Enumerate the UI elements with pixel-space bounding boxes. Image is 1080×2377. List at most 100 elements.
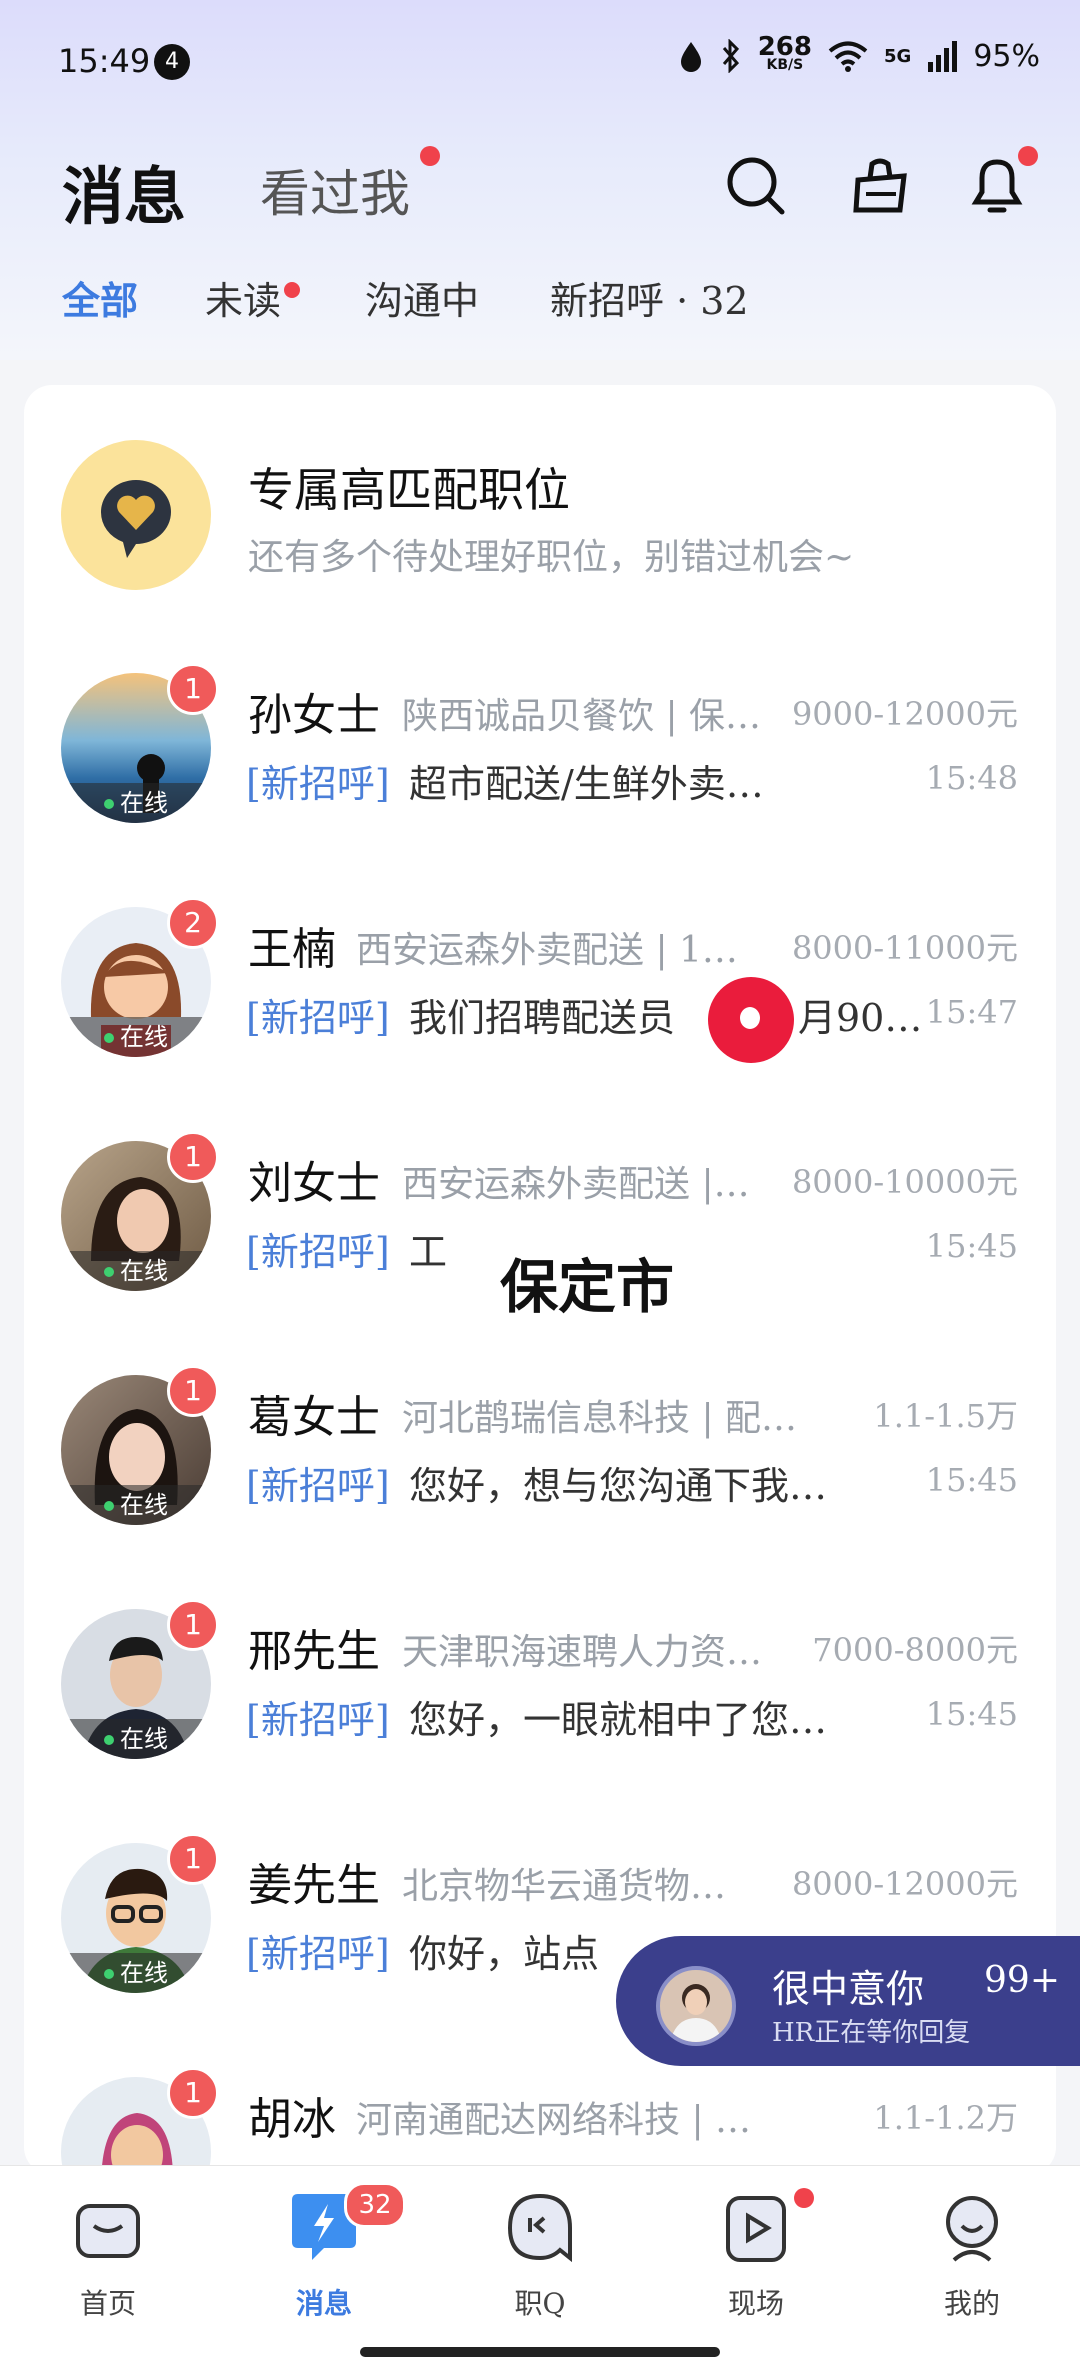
nav-zhiq[interactable]: 职Q xyxy=(480,2188,600,2322)
nav-profile[interactable]: 我的 xyxy=(912,2188,1032,2322)
company-name: 天津职海速聘人力资… xyxy=(402,1632,763,1673)
new-greeting-tag: [新招呼] xyxy=(246,1932,390,1976)
net-speed-value: 268 xyxy=(757,32,812,62)
status-icons: 268 KB/S 5G 95% xyxy=(678,32,1040,74)
message-time: 15:48 xyxy=(925,759,1018,797)
job-bag-icon[interactable] xyxy=(846,150,916,220)
salary: 8000-10000元 xyxy=(791,1163,1018,1201)
page-title: 消息 xyxy=(62,160,187,233)
wifi-icon xyxy=(828,41,868,72)
unread-badge: 1 xyxy=(167,2067,219,2119)
new-greeting-tag: [新招呼] xyxy=(246,762,390,806)
nav-home[interactable]: 首页 xyxy=(48,2188,168,2322)
list-item[interactable]: 在线 2 王楠 西安运森外卖配送 | 10… 8000-11000元 [新招呼]… xyxy=(24,877,1056,1107)
company-name: 陕西诚品贝餐饮 | 保… xyxy=(402,696,762,737)
list-item[interactable]: 在线 1 邢先生 天津职海速聘人力资… 7000-8000元 [新招呼] 您好，… xyxy=(24,1579,1056,1809)
heart-chat-icon xyxy=(100,479,171,558)
hr-avatar-illustration xyxy=(670,1984,722,2042)
notification-count: 4 xyxy=(154,44,190,80)
bottom-navigation: 首页 32 消息 职Q 现场 我的 xyxy=(0,2165,1080,2377)
nav-label: 首页 xyxy=(79,2287,136,2320)
unread-badge: 1 xyxy=(167,1833,219,1885)
message-time: 15:45 xyxy=(925,1461,1018,1499)
water-drop-icon xyxy=(680,42,701,72)
tab-communicating[interactable]: 沟通中 xyxy=(365,270,479,325)
unread-badge: 1 xyxy=(167,1131,219,1183)
promo-title: 专属高匹配职位 xyxy=(248,463,570,517)
contact-name: 王楠 xyxy=(248,924,336,975)
contact-name: 孙女士 xyxy=(248,690,380,741)
tab-new-greetings[interactable]: 新招呼 · 32 xyxy=(550,270,749,325)
battery-level: 95% xyxy=(973,38,1040,74)
last-message: 您好，想与您沟通下我们… xyxy=(409,1464,829,1508)
home-indicator[interactable] xyxy=(360,2347,720,2357)
play-video-icon xyxy=(726,2196,786,2262)
signal-bars-icon xyxy=(928,41,958,72)
unread-dot xyxy=(284,282,300,298)
tab-unread[interactable]: 未读 xyxy=(205,270,281,325)
salary: 1.1-1.2万 xyxy=(873,2099,1018,2137)
contact-name: 胡冰 xyxy=(248,2094,336,2145)
unread-badge: 1 xyxy=(167,663,219,715)
briefcase-icon xyxy=(76,2204,140,2258)
banner-count: 99+ xyxy=(984,1960,1060,2001)
network-speed: 268 KB/S xyxy=(757,32,812,74)
company-name: 西安运森外卖配送 | 10… xyxy=(356,930,756,971)
company-name: 北京物华云通货物… xyxy=(402,1866,727,1907)
promo-item[interactable]: 专属高匹配职位 还有多个待处理好职位，别错过机会~ xyxy=(24,410,1056,640)
last-message: 工 xyxy=(409,1230,448,1274)
seen-me-tab[interactable]: 看过我 xyxy=(260,154,410,226)
promo-avatar xyxy=(61,440,211,590)
tab-all[interactable]: 全部 xyxy=(62,270,138,325)
salary: 7000-8000元 xyxy=(812,1631,1018,1669)
last-message: 超市配送/生鲜外卖… xyxy=(409,762,764,806)
last-message-tail: 月90… xyxy=(798,996,923,1040)
location-caption: 保定市 xyxy=(500,1253,675,1321)
page-header: 消息 看过我 xyxy=(0,130,1080,240)
online-indicator: 在线 xyxy=(61,783,211,823)
salary: 8000-12000元 xyxy=(791,1865,1018,1903)
salary: 1.1-1.5万 xyxy=(873,1397,1018,1435)
bell-dot xyxy=(1018,146,1038,166)
status-bar: 15:49 4 268 KB/S 5G 95% xyxy=(0,0,1080,120)
new-greeting-tag: [新招呼] xyxy=(246,1698,390,1742)
nav-messages[interactable]: 32 消息 xyxy=(264,2182,406,2322)
last-message: 我们招聘配送员 xyxy=(409,996,676,1040)
last-message: 你好，站点 xyxy=(409,1932,600,1976)
nav-live[interactable]: 现场 xyxy=(696,2188,816,2322)
banner-subtitle: HR正在等你回复 xyxy=(772,2018,971,2048)
last-message: 您好，一眼就相中了您的… xyxy=(409,1698,829,1742)
message-time: 15:45 xyxy=(925,1695,1018,1733)
salary: 9000-12000元 xyxy=(791,695,1018,733)
contact-name: 葛女士 xyxy=(248,1392,380,1443)
contact-name: 邢先生 xyxy=(248,1626,380,1677)
banner-title: 很中意你 xyxy=(772,1967,925,2011)
online-indicator: 在线 xyxy=(61,1719,211,1759)
online-indicator: 在线 xyxy=(61,1485,211,1525)
company-name: 河南通配达网络科技 | 茶… xyxy=(356,2100,776,2141)
status-time: 15:49 xyxy=(58,42,151,80)
nav-label: 消息 xyxy=(295,2287,352,2320)
search-icon[interactable] xyxy=(720,150,790,220)
company-name: 西安运森外卖配送 |… xyxy=(402,1164,750,1205)
message-time: 15:45 xyxy=(925,1227,1018,1265)
seen-me-dot xyxy=(420,146,440,166)
touch-indicator xyxy=(708,977,794,1063)
list-item[interactable]: 在线 1 孙女士 陕西诚品贝餐饮 | 保… 9000-12000元 [新招呼] … xyxy=(24,643,1056,873)
bluetooth-icon xyxy=(722,39,739,73)
list-item[interactable]: 1 胡冰 河南通配达网络科技 | 茶… 1.1-1.2万 xyxy=(24,2047,1056,2175)
online-indicator: 在线 xyxy=(61,1251,211,1291)
contact-name: 姜先生 xyxy=(248,1860,380,1911)
profile-icon xyxy=(946,2196,998,2262)
unread-badge: 1 xyxy=(167,1365,219,1417)
nav-label: 现场 xyxy=(727,2287,784,2320)
q-bubble-icon xyxy=(507,2193,572,2263)
signal-type: 5G xyxy=(884,45,912,67)
live-dot xyxy=(794,2188,814,2208)
nav-label: 我的 xyxy=(943,2287,1000,2320)
online-indicator: 在线 xyxy=(61,1017,211,1057)
new-greeting-tag: [新招呼] xyxy=(246,1464,390,1508)
floating-hr-banner[interactable]: 很中意你 HR正在等你回复 99+ xyxy=(616,1936,1080,2066)
online-indicator: 在线 xyxy=(61,1953,211,1993)
list-item[interactable]: 在线 1 葛女士 河北鹊瑞信息科技 | 配… 1.1-1.5万 [新招呼] 您好… xyxy=(24,1345,1056,1575)
